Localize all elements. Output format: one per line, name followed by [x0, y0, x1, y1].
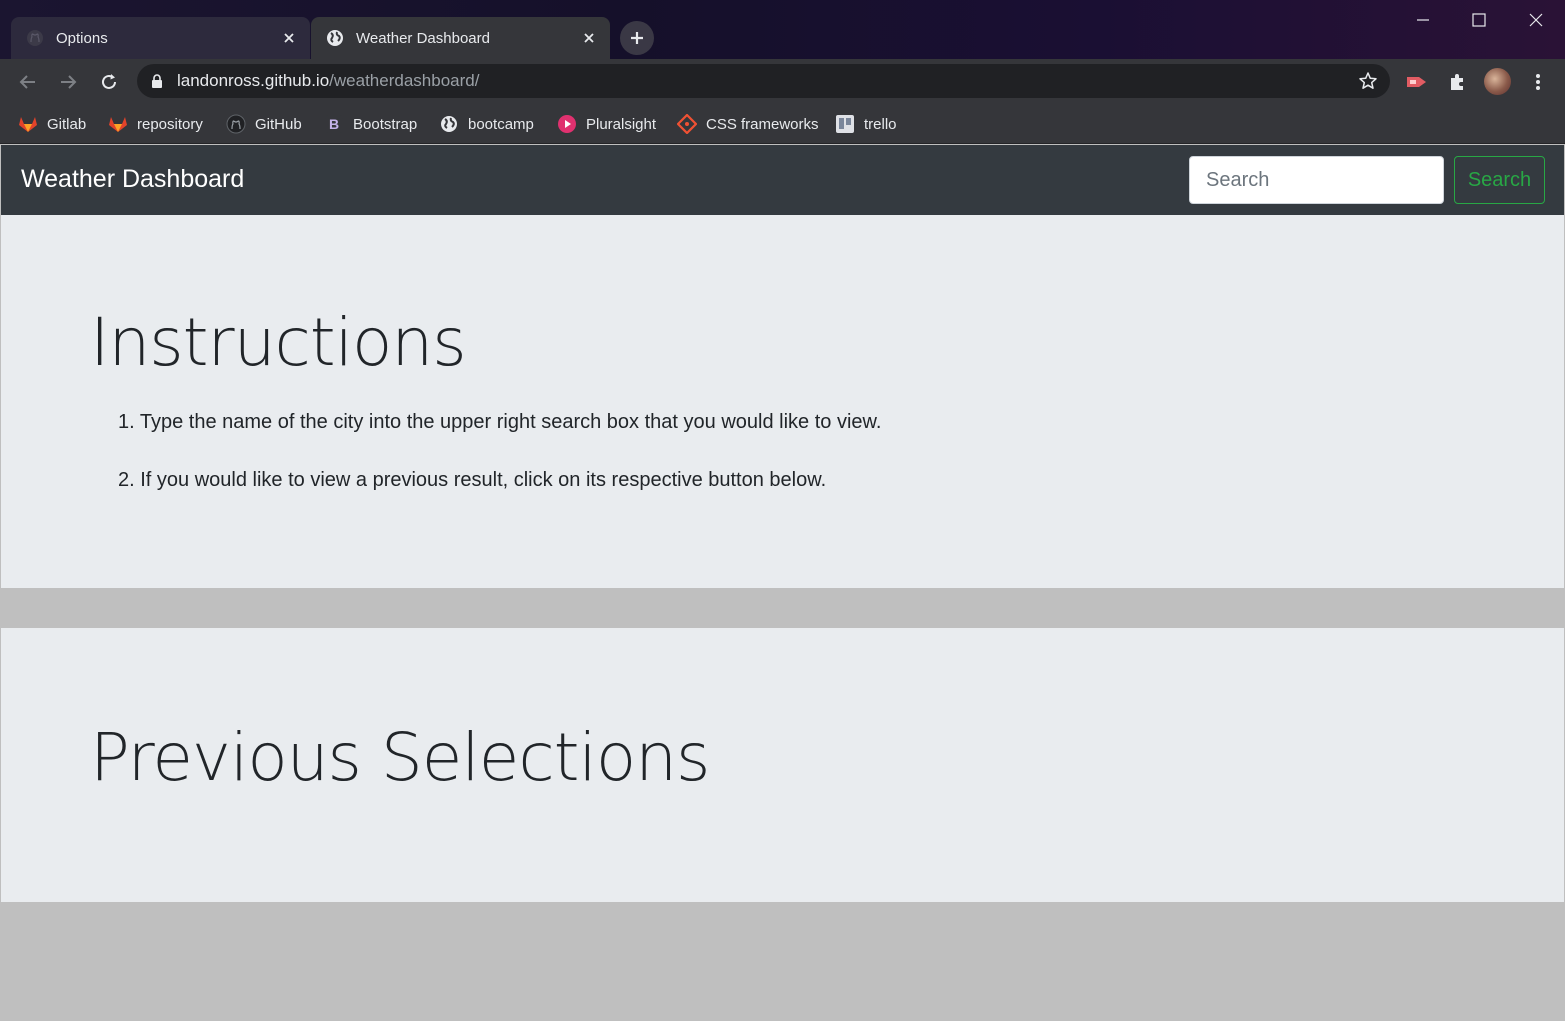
extension-button[interactable]	[1402, 67, 1432, 97]
navbar-brand[interactable]: Weather Dashboard	[21, 165, 244, 194]
address-bar[interactable]: landonross.github.io/weatherdashboard/	[137, 64, 1390, 98]
new-tab-button[interactable]	[620, 21, 654, 55]
bookmark-label: Bootstrap	[353, 115, 418, 133]
gitlab-icon	[18, 114, 38, 134]
bookmark-label: CSS frameworks	[706, 115, 819, 133]
bookmark-repository[interactable]: repository	[108, 112, 203, 136]
browser-toolbar: landonross.github.io/weatherdashboard/	[0, 59, 1565, 104]
instructions-heading: Instructions	[90, 304, 467, 381]
arrow-right-icon	[61, 75, 77, 89]
bookmark-trello[interactable]: trello	[835, 112, 897, 136]
arrow-left-icon	[19, 75, 35, 89]
bookmark-label: repository	[137, 115, 203, 133]
maximize-button[interactable]	[1464, 5, 1494, 35]
bookmark-pluralsight[interactable]: Pluralsight	[557, 112, 656, 136]
bookmark-star-icon[interactable]	[1358, 71, 1378, 91]
bookmark-label: bootcamp	[468, 115, 534, 133]
bookmark-bootstrap[interactable]: B Bootstrap	[324, 112, 417, 136]
tab-title: Weather Dashboard	[356, 29, 490, 47]
navbar: Weather Dashboard Search	[1, 145, 1564, 215]
close-icon	[1529, 13, 1543, 27]
github-icon	[226, 114, 246, 134]
close-window-button[interactable]	[1521, 5, 1551, 35]
close-icon[interactable]	[580, 29, 598, 47]
bookmark-bootcamp[interactable]: bootcamp	[439, 112, 534, 136]
lock-icon	[151, 74, 163, 88]
search-button[interactable]: Search	[1454, 156, 1545, 204]
pluralsight-icon	[557, 114, 577, 134]
minimize-button[interactable]	[1408, 5, 1438, 35]
reload-icon	[102, 74, 116, 89]
profile-avatar[interactable]	[1484, 68, 1511, 95]
bookmark-label: trello	[864, 115, 897, 133]
extensions-menu-button[interactable]	[1442, 67, 1472, 97]
bookmarks-bar: Gitlab repository GitHub B Bootstrap boo…	[0, 104, 1565, 144]
github-icon	[26, 29, 44, 47]
trello-icon	[835, 114, 855, 134]
instructions-jumbotron: Instructions 1. Type the name of the cit…	[1, 215, 1564, 588]
url-path: /weatherdashboard/	[329, 71, 480, 90]
tab-title: Options	[56, 29, 108, 47]
search-input[interactable]	[1189, 156, 1444, 204]
globe-icon	[326, 29, 344, 47]
url-text: landonross.github.io/weatherdashboard/	[177, 71, 479, 91]
bookmark-gitlab[interactable]: Gitlab	[18, 112, 86, 136]
tab-weather-dashboard[interactable]: Weather Dashboard	[311, 17, 610, 59]
previous-selections-heading: Previous Selections	[90, 719, 710, 796]
browser-menu-button[interactable]	[1523, 67, 1553, 97]
bookmark-label: Pluralsight	[586, 115, 657, 133]
more-vert-icon	[1536, 74, 1540, 90]
close-icon[interactable]	[280, 29, 298, 47]
forward-button[interactable]	[54, 68, 82, 96]
globe-icon	[439, 114, 459, 134]
bookmark-github[interactable]: GitHub	[226, 112, 302, 136]
git-icon	[677, 114, 697, 134]
instruction-step: 1. Type the name of the city into the up…	[118, 411, 882, 433]
back-button[interactable]	[14, 68, 42, 96]
bookmark-label: Gitlab	[47, 115, 87, 133]
maximize-icon	[1472, 13, 1486, 27]
bookmark-css-frameworks[interactable]: CSS frameworks	[677, 112, 819, 136]
instruction-step: 2. If you would like to view a previous …	[118, 469, 827, 491]
bootstrap-icon: B	[324, 114, 344, 134]
bookmark-label: GitHub	[255, 115, 302, 133]
puzzle-icon	[1451, 74, 1463, 90]
tab-options[interactable]: Options	[11, 17, 310, 59]
page-viewport: Weather Dashboard Search Instructions 1.…	[1, 145, 1564, 1021]
tab-strip: Options Weather Dashboard	[0, 0, 1565, 59]
url-host: landonross.github.io	[177, 71, 330, 90]
previous-selections-jumbotron: Previous Selections	[1, 628, 1564, 902]
gitlab-icon	[108, 114, 128, 134]
minimize-icon	[1417, 19, 1429, 21]
svg-text:B: B	[329, 116, 339, 132]
instructions-list: 1. Type the name of the city into the up…	[118, 408, 881, 524]
video-extension-icon	[1407, 77, 1426, 87]
reload-button[interactable]	[95, 68, 123, 96]
plus-icon	[631, 32, 643, 44]
